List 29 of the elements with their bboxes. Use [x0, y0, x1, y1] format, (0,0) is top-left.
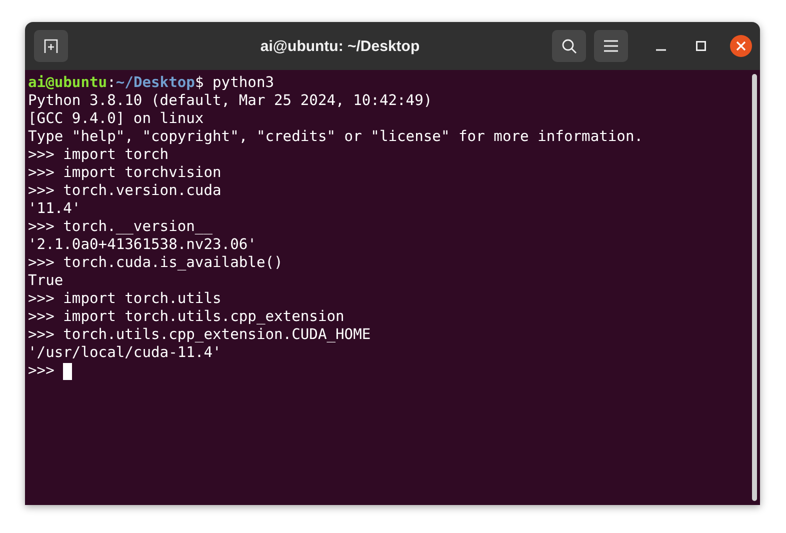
terminal-line: '/usr/local/cuda-11.4': [28, 344, 222, 362]
terminal-line: >>> torch.__version__: [28, 218, 213, 236]
terminal-line: >>> torch.utils.cpp_extension.CUDA_HOME: [28, 326, 371, 344]
new-tab-icon: [43, 38, 59, 54]
terminal-line: ai@ubuntu:~/Desktop$ python3: [28, 74, 274, 92]
scrollbar[interactable]: [752, 74, 757, 501]
menu-button[interactable]: [594, 30, 628, 62]
terminal-line: >>> torch.cuda.is_available(): [28, 254, 283, 272]
terminal-line: True: [28, 272, 64, 290]
close-button[interactable]: [730, 35, 752, 57]
search-icon: [561, 38, 577, 54]
maximize-icon: [696, 41, 706, 51]
terminal-line: >>>: [28, 362, 54, 380]
search-button[interactable]: [552, 30, 586, 62]
terminal-line: >>> import torch: [28, 146, 169, 164]
close-icon: [736, 41, 746, 51]
menu-icon: [604, 40, 618, 52]
terminal-line: >>> import torch.utils.cpp_extension: [28, 308, 344, 326]
terminal-line: [GCC 9.4.0] on linux: [28, 110, 204, 128]
terminal-line: >>> torch.version.cuda: [28, 182, 222, 200]
terminal-line: Type "help", "copyright", "credits" or "license" for more information.: [28, 128, 644, 146]
terminal-line: '11.4': [28, 200, 81, 218]
new-tab-button[interactable]: [34, 30, 68, 62]
minimize-icon: [656, 49, 666, 51]
terminal-line: >>> import torchvision: [28, 164, 222, 182]
terminal-line: Python 3.8.10 (default, Mar 25 2024, 10:42:49): [28, 92, 432, 110]
terminal-line: >>> import torch.utils: [28, 290, 222, 308]
window-title: ai@ubuntu: ~/Desktop: [259, 38, 421, 54]
terminal-line: '2.1.0a0+41361538.nv23.06': [28, 236, 256, 254]
